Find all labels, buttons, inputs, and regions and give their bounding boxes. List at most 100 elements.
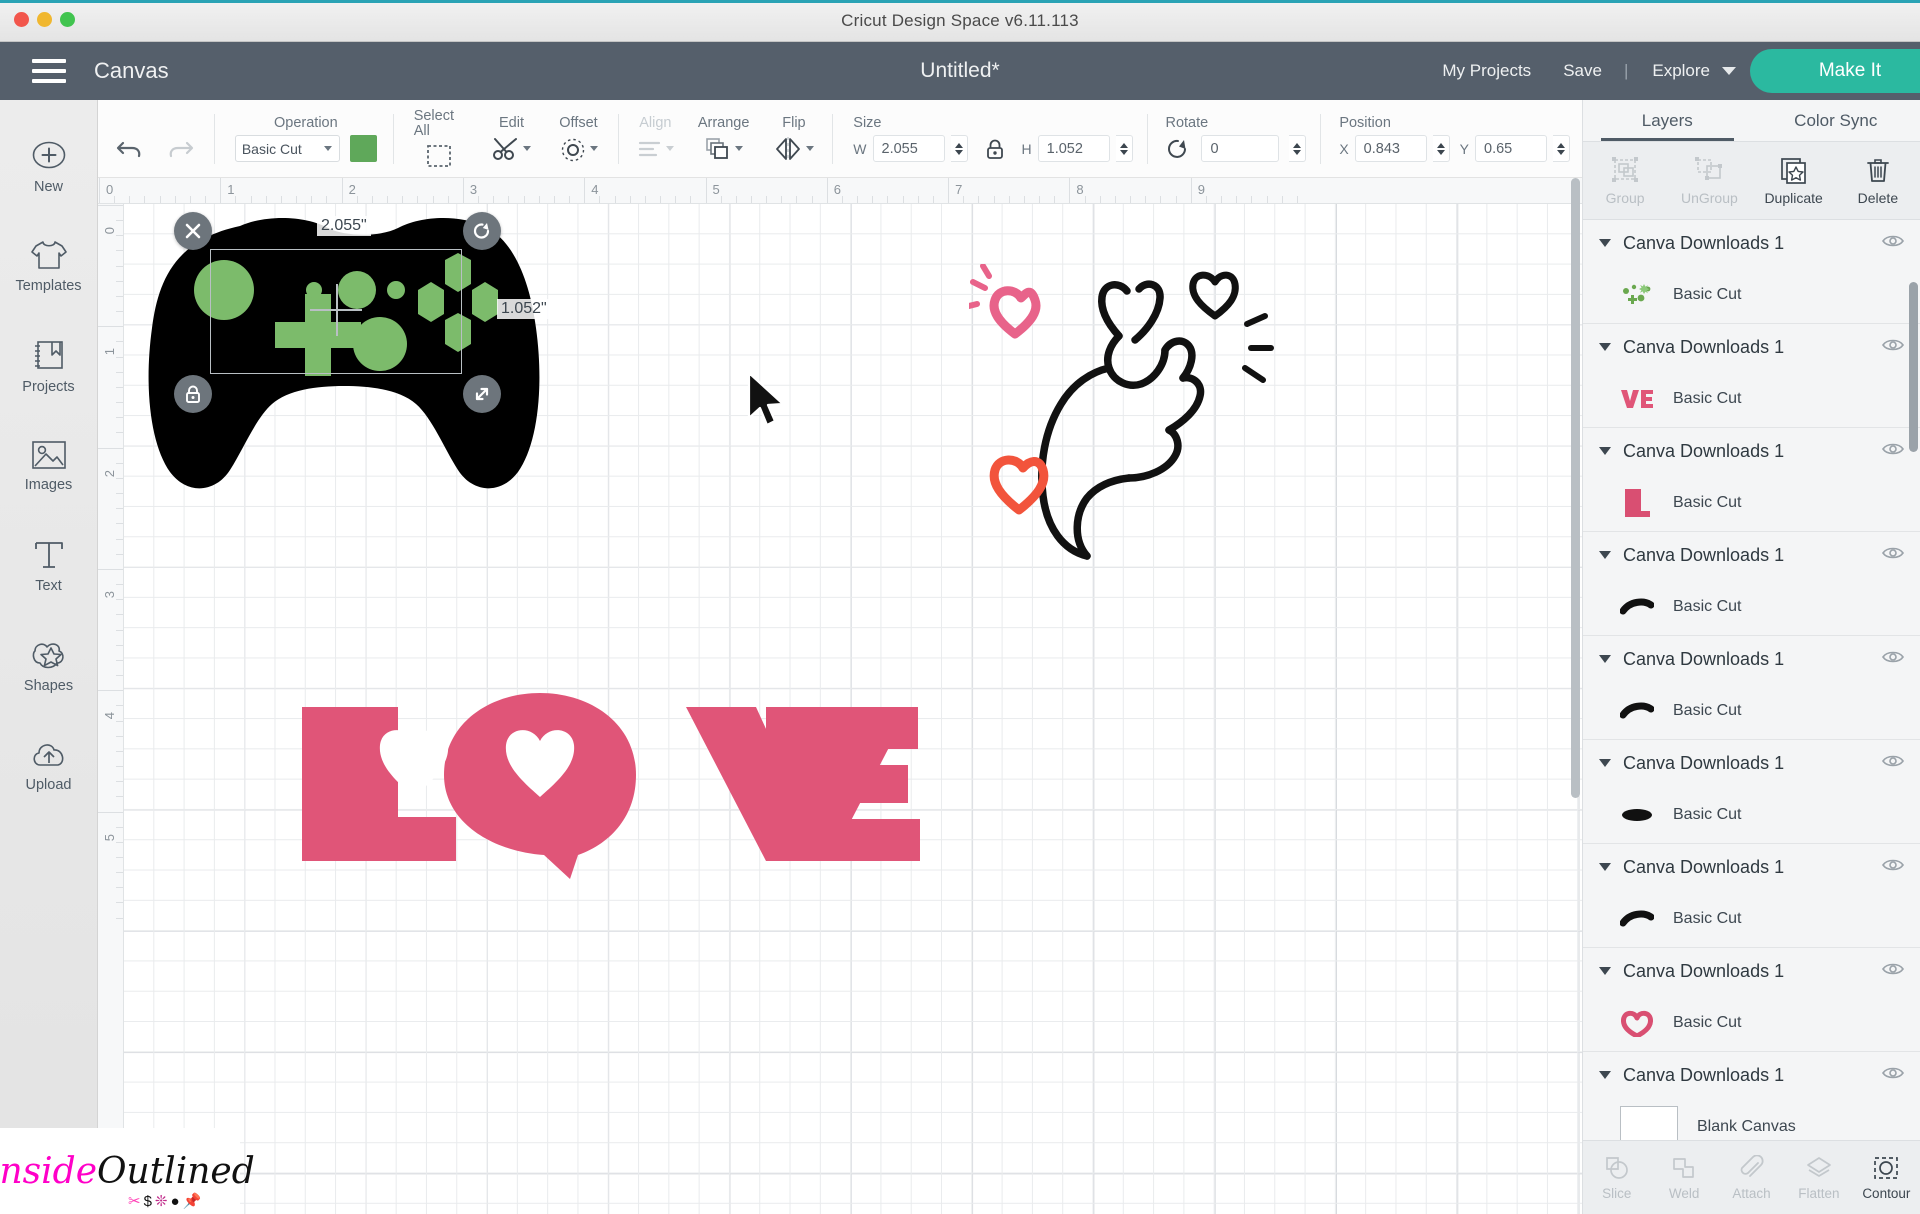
rotate-icon[interactable] — [1165, 137, 1191, 161]
eye-icon[interactable] — [1882, 753, 1904, 769]
love-word-artwork[interactable] — [294, 689, 954, 879]
layer-group-header[interactable]: Canva Downloads 1 — [1583, 844, 1920, 890]
machine-selector[interactable]: Explore — [1634, 61, 1750, 81]
undo-icon[interactable] — [116, 137, 144, 161]
sidebar-item-shapes[interactable]: Shapes — [0, 616, 98, 716]
height-stepper[interactable] — [1115, 135, 1133, 163]
operation-color-swatch[interactable] — [349, 135, 377, 163]
position-y-stepper[interactable] — [1553, 135, 1570, 163]
menu-hamburger-icon[interactable] — [32, 59, 66, 83]
sidebar-item-images[interactable]: Images — [0, 416, 98, 516]
position-x-stepper[interactable] — [1432, 135, 1450, 163]
group-button[interactable]: Group — [1583, 156, 1667, 206]
layers-list[interactable]: Canva Downloads 1 Basic Cut Canva Downlo… — [1583, 220, 1920, 1140]
chevron-down-icon[interactable] — [1599, 1071, 1611, 1079]
layer-row[interactable]: Blank Canvas — [1583, 1098, 1920, 1140]
rotate-input[interactable]: 0 — [1201, 135, 1280, 163]
chevron-down-icon[interactable] — [1599, 551, 1611, 559]
layer-row[interactable]: Basic Cut — [1583, 474, 1920, 531]
position-y-input[interactable]: 0.65 — [1475, 135, 1547, 163]
layers-scrollbar[interactable] — [1909, 282, 1918, 452]
layer-group-header[interactable]: Canva Downloads 1 — [1583, 740, 1920, 786]
contour-button[interactable]: Contour — [1853, 1155, 1920, 1201]
lock-aspect-ratio-button[interactable] — [978, 137, 1012, 161]
duplicate-button[interactable]: Duplicate — [1752, 156, 1836, 206]
sidebar-item-text[interactable]: Text — [0, 516, 98, 616]
layer-group-header[interactable]: Canva Downloads 1 — [1583, 948, 1920, 994]
layer-visibility-toggle[interactable] — [1882, 1065, 1904, 1086]
width-stepper[interactable] — [950, 135, 968, 163]
arrange-menu-button[interactable] — [704, 136, 744, 162]
layer-row[interactable]: Basic Cut — [1583, 994, 1920, 1051]
align-menu-button[interactable] — [637, 136, 674, 162]
layer-group-header[interactable]: Canva Downloads 1 — [1583, 220, 1920, 266]
make-it-button[interactable]: Make It — [1750, 49, 1920, 93]
rotate-stepper[interactable] — [1289, 135, 1307, 163]
layer-group-header[interactable]: Canva Downloads 1 — [1583, 324, 1920, 370]
layer-row[interactable]: Basic Cut — [1583, 786, 1920, 843]
chevron-down-icon[interactable] — [1599, 967, 1611, 975]
flip-menu-button[interactable] — [773, 136, 815, 162]
window-traffic-lights[interactable] — [14, 12, 75, 27]
sidebar-item-upload[interactable]: Upload — [0, 716, 98, 816]
layer-row[interactable]: Basic Cut — [1583, 266, 1920, 323]
chevron-down-icon[interactable] — [1599, 239, 1611, 247]
ungroup-button[interactable]: UnGroup — [1667, 156, 1751, 206]
close-window-button[interactable] — [14, 12, 29, 27]
selection-lock-handle[interactable] — [174, 375, 212, 413]
layer-visibility-toggle[interactable] — [1882, 961, 1904, 982]
width-input[interactable]: 2.055 — [872, 135, 945, 163]
layer-group-header[interactable]: Canva Downloads 1 — [1583, 1052, 1920, 1098]
selection-delete-handle[interactable] — [174, 212, 212, 250]
redo-icon[interactable] — [166, 137, 194, 161]
save-button[interactable]: Save — [1547, 61, 1618, 81]
weld-button[interactable]: Weld — [1650, 1155, 1717, 1201]
sidebar-item-projects[interactable]: Projects — [0, 316, 98, 416]
minimize-window-button[interactable] — [37, 12, 52, 27]
delete-button[interactable]: Delete — [1836, 156, 1920, 206]
layer-visibility-toggle[interactable] — [1882, 649, 1904, 670]
offset-menu-button[interactable] — [559, 136, 598, 162]
tab-color-sync[interactable]: Color Sync — [1752, 100, 1920, 141]
layer-visibility-toggle[interactable] — [1882, 857, 1904, 878]
slice-button[interactable]: Slice — [1583, 1155, 1650, 1201]
selection-rotate-handle[interactable] — [463, 212, 501, 250]
position-x-input[interactable]: 0.843 — [1354, 135, 1427, 163]
chevron-down-icon[interactable] — [1599, 655, 1611, 663]
maximize-window-button[interactable] — [60, 12, 75, 27]
chevron-down-icon[interactable] — [1599, 343, 1611, 351]
design-canvas[interactable]: 2.055" 1.052" — [124, 204, 1582, 1214]
layer-group-header[interactable]: Canva Downloads 1 — [1583, 428, 1920, 474]
layer-row[interactable]: Basic Cut — [1583, 890, 1920, 947]
layer-group-header[interactable]: Canva Downloads 1 — [1583, 636, 1920, 682]
layer-visibility-toggle[interactable] — [1882, 233, 1904, 254]
edit-menu-button[interactable] — [492, 136, 531, 162]
layer-visibility-toggle[interactable] — [1882, 441, 1904, 462]
attach-button[interactable]: Attach — [1718, 1154, 1785, 1201]
layer-visibility-toggle[interactable] — [1882, 753, 1904, 774]
layer-group-header[interactable]: Canva Downloads 1 — [1583, 532, 1920, 578]
layer-visibility-toggle[interactable] — [1882, 337, 1904, 358]
finger-heart-artwork[interactable] — [969, 264, 1289, 564]
eye-icon[interactable] — [1882, 649, 1904, 665]
selection-resize-handle[interactable] — [463, 375, 501, 413]
layer-row[interactable]: Basic Cut — [1583, 682, 1920, 739]
chevron-down-icon[interactable] — [1599, 759, 1611, 767]
layer-row[interactable]: Basic Cut — [1583, 370, 1920, 427]
canvas-scrollbar[interactable] — [1571, 178, 1580, 798]
operation-select[interactable]: Basic Cut — [234, 135, 340, 163]
select-all-icon[interactable] — [425, 143, 453, 169]
eye-icon[interactable] — [1882, 857, 1904, 873]
eye-icon[interactable] — [1882, 961, 1904, 977]
height-input[interactable]: 1.052 — [1037, 135, 1110, 163]
eye-icon[interactable] — [1882, 441, 1904, 457]
eye-icon[interactable] — [1882, 233, 1904, 249]
eye-icon[interactable] — [1882, 1065, 1904, 1081]
my-projects-link[interactable]: My Projects — [1426, 61, 1547, 81]
layer-row[interactable]: Basic Cut — [1583, 578, 1920, 635]
layer-visibility-toggle[interactable] — [1882, 545, 1904, 566]
tab-layers[interactable]: Layers — [1583, 100, 1752, 141]
eye-icon[interactable] — [1882, 337, 1904, 353]
chevron-down-icon[interactable] — [1599, 447, 1611, 455]
sidebar-item-templates[interactable]: Templates — [0, 216, 98, 316]
